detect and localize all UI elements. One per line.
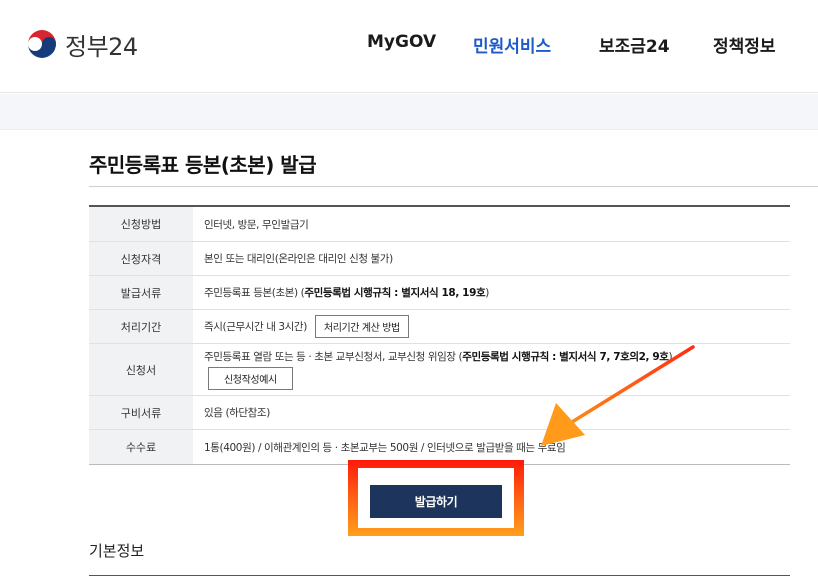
row-label: 신청자격 — [89, 242, 193, 275]
site-header: 정부24 MyGOV 민원서비스 보조금24 정책정보 — [0, 0, 818, 93]
row-value-suffix: ) — [668, 351, 673, 363]
main-nav: MyGOV 민원서비스 보조금24 정책정보 — [0, 32, 818, 57]
sub-header-band — [0, 94, 818, 130]
row-value-line: 주민등록표 열람 또는 등 · 초본 교부신청서, 교부신청 위임장 (주민등록… — [204, 349, 673, 364]
row-value-text: 주민등록표 등본(초본) ( — [204, 287, 305, 299]
row-value: 주민등록표 등본(초본) (주민등록법 시행규칙 : 별지서식 18, 19호) — [193, 276, 790, 309]
nav-item-mygov[interactable]: MyGOV — [367, 32, 436, 52]
table-row: 신청자격 본인 또는 대리인(온라인은 대리인 신청 불가) — [89, 242, 790, 276]
divider — [89, 186, 818, 187]
table-row: 처리기간 즉시(근무시간 내 3시간) 처리기간 계산 방법 — [89, 310, 790, 344]
issue-button[interactable]: 발급하기 — [370, 485, 502, 518]
row-value: 주민등록표 열람 또는 등 · 초본 교부신청서, 교부신청 위임장 (주민등록… — [193, 344, 790, 395]
table-row: 구비서류 있음 (하단참조) — [89, 396, 790, 430]
regulation-reference: 주민등록법 시행규칙 : 별지서식 7, 7호의2, 9호 — [462, 351, 669, 363]
row-label: 발급서류 — [89, 276, 193, 309]
page-title: 주민등록표 등본(초본) 발급 — [89, 153, 317, 177]
table-row: 수수료 1통(400원) / 이해관계인의 등 · 초본교부는 500원 / 인… — [89, 430, 790, 464]
row-value: 있음 (하단참조) — [204, 407, 270, 419]
application-example-button[interactable]: 신청작성예시 — [208, 367, 293, 390]
highlight-box: 발급하기 — [348, 460, 524, 536]
row-value: 1통(400원) / 이해관계인의 등 · 초본교부는 500원 / 인터넷으로… — [204, 441, 566, 454]
row-label: 신청서 — [89, 344, 193, 395]
row-value-suffix: ) — [485, 286, 489, 299]
processing-time-calc-button[interactable]: 처리기간 계산 방법 — [314, 315, 409, 338]
section-title-basic-info: 기본정보 — [89, 542, 145, 560]
nav-item-policy-info[interactable]: 정책정보 — [713, 32, 776, 57]
row-value: 인터넷, 방문, 무인발급기 — [204, 218, 309, 231]
regulation-reference: 주민등록법 시행규칙 : 별지서식 18, 19호 — [304, 287, 486, 299]
table-row: 신청서 주민등록표 열람 또는 등 · 초본 교부신청서, 교부신청 위임장 (… — [89, 344, 790, 396]
nav-item-subsidy24[interactable]: 보조금24 — [599, 32, 670, 57]
row-label: 구비서류 — [89, 396, 193, 429]
highlight-inner: 발급하기 — [358, 468, 514, 528]
row-label: 처리기간 — [89, 310, 193, 343]
row-label: 수수료 — [89, 430, 193, 464]
table-row: 신청방법 인터넷, 방문, 무인발급기 — [89, 207, 790, 242]
row-value-text: 주민등록표 열람 또는 등 · 초본 교부신청서, 교부신청 위임장 ( — [204, 351, 463, 363]
service-info-table: 신청방법 인터넷, 방문, 무인발급기 신청자격 본인 또는 대리인(온라인은 … — [89, 205, 790, 465]
row-value: 본인 또는 대리인(온라인은 대리인 신청 불가) — [204, 253, 393, 265]
divider — [89, 575, 790, 576]
row-value: 즉시(근무시간 내 3시간) 처리기간 계산 방법 — [193, 310, 790, 343]
row-label: 신청방법 — [89, 207, 193, 241]
row-value-text: 즉시(근무시간 내 3시간) — [204, 321, 307, 333]
table-row: 발급서류 주민등록표 등본(초본) (주민등록법 시행규칙 : 별지서식 18,… — [89, 276, 790, 310]
nav-item-civil-service[interactable]: 민원서비스 — [473, 32, 551, 57]
